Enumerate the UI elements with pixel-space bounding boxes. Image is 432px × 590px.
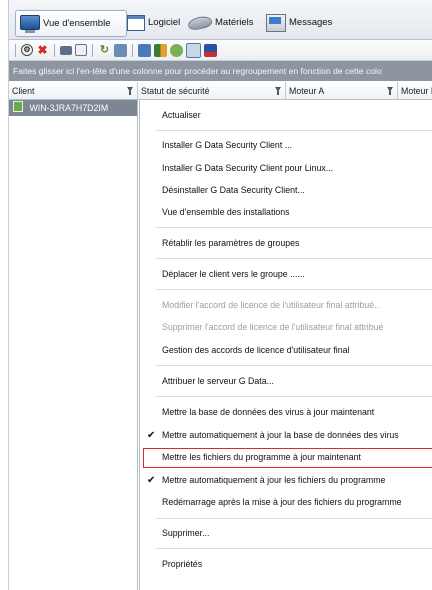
menu-item-label: Redémarrage après la mise à jour des fic… — [162, 497, 402, 507]
flag-icon[interactable] — [204, 43, 217, 57]
tab-hardware[interactable]: Matériels — [187, 10, 258, 35]
computer-icon — [13, 101, 23, 112]
menu-separator — [156, 396, 432, 397]
report-icon[interactable] — [186, 42, 201, 58]
menu-item-label: Supprimer l'accord de licence de l'utili… — [162, 322, 384, 332]
menu-item-assign-server[interactable]: Attribuer le serveur G Data... — [140, 371, 432, 392]
group-by-bar[interactable]: Faites glisser ici l'en-tête d'une colon… — [9, 61, 432, 81]
menu-item-label: Installer G Data Security Client pour Li… — [162, 163, 334, 173]
menu-item-label: Installer G Data Security Client ... — [162, 140, 293, 150]
menu-item-move-client[interactable]: Déplacer le client vers le groupe ...... — [140, 264, 432, 285]
network-icon[interactable] — [170, 43, 183, 57]
preview-icon[interactable] — [75, 44, 87, 56]
window-icon — [127, 14, 145, 31]
menu-separator — [156, 518, 432, 519]
column-header-label: Moteur B — [401, 86, 432, 96]
hardware-icon — [187, 14, 213, 31]
menu-item-uninstall-client[interactable]: Désinstaller G Data Security Client... — [140, 180, 432, 201]
context-menu: Actualiser Installer G Data Security Cli… — [139, 100, 432, 590]
menu-item-properties[interactable]: Propriétés — [140, 554, 432, 575]
menu-item-install-client-linux[interactable]: Installer G Data Security Client pour Li… — [140, 158, 432, 179]
toolbar-separator — [132, 43, 133, 57]
menu-item-install-client[interactable]: Installer G Data Security Client ... — [140, 135, 432, 156]
column-header-label: Moteur A — [289, 86, 325, 96]
menu-item-label: Déplacer le client vers le groupe ...... — [162, 269, 305, 279]
menu-item-restart-after-update[interactable]: Redémarrage après la mise à jour des fic… — [140, 492, 432, 513]
menu-item-label: Rétablir les paramètres de groupes — [162, 238, 300, 248]
tab-hardware-label: Matériels — [215, 17, 254, 28]
menu-separator — [156, 365, 432, 366]
menu-item-auto-update-virus-db[interactable]: ✔ Mettre automatiquement à jour la base … — [140, 425, 432, 446]
tab-messages[interactable]: Messages — [266, 10, 336, 35]
column-header-label: Statut de sécurité — [141, 86, 210, 96]
menu-separator — [156, 258, 432, 259]
menu-item-label: Mettre automatiquement à jour la base de… — [162, 430, 399, 440]
checkmark-icon: ✔ — [147, 430, 156, 441]
column-header-engine-b[interactable]: Moteur B — [398, 82, 432, 100]
filter-icon[interactable] — [114, 43, 127, 57]
settings-icon[interactable]: ⚙ — [21, 44, 33, 56]
messages-icon — [266, 13, 286, 32]
client-name: WIN-3JRA7H7D2IM — [29, 103, 109, 113]
filter-icon[interactable] — [275, 87, 281, 95]
install-icon[interactable] — [138, 43, 151, 57]
menu-item-label: Attribuer le serveur G Data... — [162, 376, 274, 386]
menu-item-auto-update-program-files[interactable]: ✔ Mettre automatiquement à jour les fich… — [140, 470, 432, 491]
toolbar-separator — [92, 43, 93, 57]
delete-icon[interactable]: ✖ — [36, 43, 49, 57]
menu-separator — [156, 227, 432, 228]
toolbar-grip — [15, 43, 16, 57]
menu-separator — [156, 289, 432, 290]
menu-separator — [156, 130, 432, 131]
menu-item-installations-overview[interactable]: Vue d'ensemble des installations — [140, 202, 432, 223]
menu-item-label: Mettre automatiquement à jour les fichie… — [162, 475, 386, 485]
menu-item-refresh[interactable]: Actualiser — [140, 105, 432, 126]
menu-item-label: Propriétés — [162, 559, 203, 569]
menu-item-label: Vue d'ensemble des installations — [162, 207, 290, 217]
tab-software[interactable]: Logiciel — [127, 10, 185, 35]
chart-icon[interactable] — [154, 43, 167, 57]
column-header-client[interactable]: Client — [9, 82, 138, 100]
menu-item-label: Mettre les fichiers du programme à jour … — [162, 452, 361, 462]
menu-item-reset-group-settings[interactable]: Rétablir les paramètres de groupes — [140, 233, 432, 254]
tab-overview-label: Vue d'ensemble — [43, 18, 111, 29]
monitor-icon — [20, 14, 40, 33]
tab-bar: Vue d'ensemble Logiciel Matériels Messag… — [9, 0, 432, 40]
menu-item-update-virus-db-now[interactable]: Mettre la base de données des virus à jo… — [140, 402, 432, 423]
filter-icon[interactable] — [387, 87, 393, 95]
column-header-security-status[interactable]: Statut de sécurité — [138, 82, 286, 100]
menu-item-remove-eula: Supprimer l'accord de licence de l'utili… — [140, 317, 432, 338]
menu-item-label: Désinstaller G Data Security Client... — [162, 185, 305, 195]
column-header-engine-a[interactable]: Moteur A — [286, 82, 398, 100]
column-divider — [137, 100, 138, 590]
print-icon[interactable] — [60, 45, 72, 55]
refresh-icon[interactable]: ↻ — [98, 44, 111, 57]
tab-overview[interactable]: Vue d'ensemble — [15, 10, 127, 37]
menu-item-modify-eula: Modifier l'accord de licence de l'utilis… — [140, 295, 432, 316]
menu-item-update-program-files-now[interactable]: Mettre les fichiers du programme à jour … — [140, 447, 432, 468]
menu-separator — [156, 548, 432, 549]
menu-item-label: Mettre la base de données des virus à jo… — [162, 407, 375, 417]
menu-item-manage-eula[interactable]: Gestion des accords de licence d'utilisa… — [140, 340, 432, 361]
menu-item-label: Actualiser — [162, 110, 201, 120]
column-header-label: Client — [12, 86, 35, 96]
toolbar-separator — [54, 43, 55, 57]
toolbar: ⚙ ✖ ↻ — [9, 40, 432, 61]
app-window: Vue d'ensemble Logiciel Matériels Messag… — [8, 0, 432, 590]
tab-software-label: Logiciel — [148, 17, 181, 28]
checkmark-icon: ✔ — [147, 475, 156, 486]
menu-item-delete[interactable]: Supprimer... — [140, 523, 432, 544]
tab-messages-label: Messages — [289, 17, 333, 28]
filter-icon[interactable] — [127, 87, 133, 95]
menu-item-label: Gestion des accords de licence d'utilisa… — [162, 345, 350, 355]
menu-item-label: Supprimer... — [162, 528, 210, 538]
menu-item-label: Modifier l'accord de licence de l'utilis… — [162, 300, 380, 310]
table-row[interactable]: WIN-3JRA7H7D2IM — [9, 100, 137, 116]
